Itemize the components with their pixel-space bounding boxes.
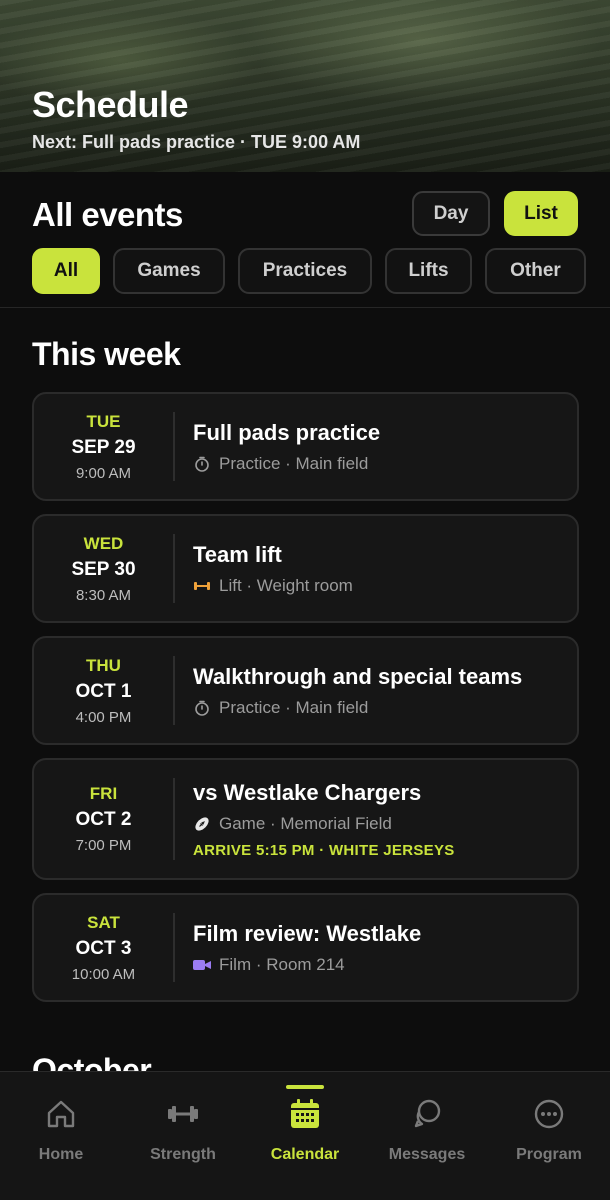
tab-home[interactable]: Home <box>0 1072 122 1200</box>
chat-bubbles-icon <box>409 1096 445 1132</box>
event-info: Film review: Westlake Film · Room 214 <box>193 895 565 1000</box>
home-icon <box>43 1096 79 1132</box>
event-card[interactable]: FRI OCT 2 7:00 PM vs Westlake Chargers G… <box>32 758 579 880</box>
more-circle-icon <box>531 1096 567 1132</box>
event-info: Full pads practice Practice · Main field <box>193 394 565 499</box>
event-day: OCT 2 <box>75 809 132 830</box>
event-weekday: THU <box>86 655 121 675</box>
event-info: Walkthrough and special teams Practice ·… <box>193 638 565 743</box>
event-title: Film review: Westlake <box>193 920 422 946</box>
tab-calendar[interactable]: Calendar <box>244 1072 366 1200</box>
event-time: 8:30 AM <box>75 586 132 604</box>
football-icon <box>193 815 211 833</box>
event-day: OCT 1 <box>75 680 132 702</box>
event-card[interactable]: WED SEP 30 8:30 AM Team lift Lift · Weig… <box>32 514 579 623</box>
event-meta-text: Game · Memorial Field <box>219 813 392 833</box>
event-info: Team lift Lift · Weight room <box>193 516 565 621</box>
card-separator <box>173 412 175 481</box>
event-title: vs Westlake Chargers <box>193 779 422 805</box>
tab-label: Strength <box>150 1146 216 1163</box>
bottom-tab-bar: Home Strength Calendar Messages Program <box>0 1071 610 1200</box>
event-time: 7:00 PM <box>75 837 132 854</box>
event-meta-text: Practice · Main field <box>219 697 369 717</box>
event-weekday: WED <box>83 533 124 553</box>
event-weekday: SAT <box>87 912 120 932</box>
stopwatch-icon <box>193 699 211 717</box>
filter-chip-practices[interactable]: Practices <box>238 248 372 294</box>
filter-chip-other[interactable]: Other <box>485 248 586 294</box>
filter-chips: All Games Practices Lifts Other <box>32 248 586 294</box>
event-weekday: TUE <box>86 411 121 431</box>
event-meta-text: Lift · Weight room <box>219 575 353 595</box>
event-title: Full pads practice <box>193 419 381 445</box>
filter-chip-lifts[interactable]: Lifts <box>385 248 472 294</box>
event-day: SEP 30 <box>71 558 136 580</box>
divider <box>0 307 610 308</box>
header-hero: Schedule Next: Full pads practice · TUE … <box>0 0 610 172</box>
list-view-button[interactable]: List <box>504 191 578 236</box>
section-title: All events <box>32 196 183 233</box>
event-date: WED SEP 30 8:30 AM <box>34 516 173 621</box>
tab-label: Calendar <box>270 1146 340 1163</box>
dumbbell-icon <box>193 577 211 595</box>
event-meta: Film · Room 214 <box>193 955 565 975</box>
event-day: SEP 29 <box>71 436 136 458</box>
filter-chip-games[interactable]: Games <box>113 248 225 294</box>
event-card[interactable]: TUE SEP 29 9:00 AM Full pads practice Pr… <box>32 392 579 501</box>
tab-messages[interactable]: Messages <box>366 1072 488 1200</box>
event-meta-text: Film · Room 214 <box>219 954 345 974</box>
card-separator <box>173 534 175 603</box>
event-meta-text: Practice · Main field <box>219 453 369 473</box>
event-time: 10:00 AM <box>71 965 136 983</box>
event-date: TUE SEP 29 9:00 AM <box>34 394 173 499</box>
event-time: 4:00 PM <box>75 708 132 726</box>
event-title: Walkthrough and special teams <box>193 663 523 689</box>
tab-strength[interactable]: Strength <box>122 1072 244 1200</box>
event-title: Team lift <box>193 541 282 567</box>
event-card[interactable]: THU OCT 1 4:00 PM Walkthrough and specia… <box>32 636 579 745</box>
event-date: FRI OCT 2 7:00 PM <box>34 760 173 878</box>
event-date: THU OCT 1 4:00 PM <box>34 638 173 743</box>
event-card[interactable]: SAT OCT 3 10:00 AM Film review: Westlake… <box>32 893 579 1002</box>
event-info: vs Westlake Chargers Game · Memorial Fie… <box>193 760 565 878</box>
event-day: OCT 3 <box>75 937 132 959</box>
tab-label: Program <box>516 1146 582 1163</box>
card-separator <box>173 778 175 860</box>
tab-label: Home <box>38 1146 84 1163</box>
event-time: 9:00 AM <box>75 464 132 482</box>
tab-program[interactable]: Program <box>488 1072 610 1200</box>
next-event-subtitle: Next: Full pads practice · TUE 9:00 AM <box>32 132 361 152</box>
event-meta: Practice · Main field <box>193 454 565 474</box>
active-tab-indicator <box>286 1085 324 1089</box>
calendar-icon <box>287 1096 323 1132</box>
page-title: Schedule <box>32 84 189 125</box>
this-week-heading: This week <box>32 336 181 372</box>
card-separator <box>173 656 175 725</box>
event-weekday: FRI <box>89 784 118 803</box>
day-view-button[interactable]: Day <box>412 191 490 236</box>
event-date: SAT OCT 3 10:00 AM <box>34 895 173 1000</box>
event-meta: Practice · Main field <box>193 698 565 718</box>
tab-label: Messages <box>388 1146 466 1163</box>
card-separator <box>173 913 175 982</box>
event-arrival-note: ARRIVE 5:15 PM · WHITE JERSEYS <box>193 841 455 859</box>
event-meta: Game · Memorial Field <box>193 814 565 834</box>
video-camera-icon <box>193 956 211 974</box>
dumbbell-icon <box>165 1096 201 1132</box>
stopwatch-icon <box>193 455 211 473</box>
filter-chip-all[interactable]: All <box>32 248 100 294</box>
event-meta: Lift · Weight room <box>193 576 565 596</box>
view-toggle: Day List <box>412 191 578 236</box>
